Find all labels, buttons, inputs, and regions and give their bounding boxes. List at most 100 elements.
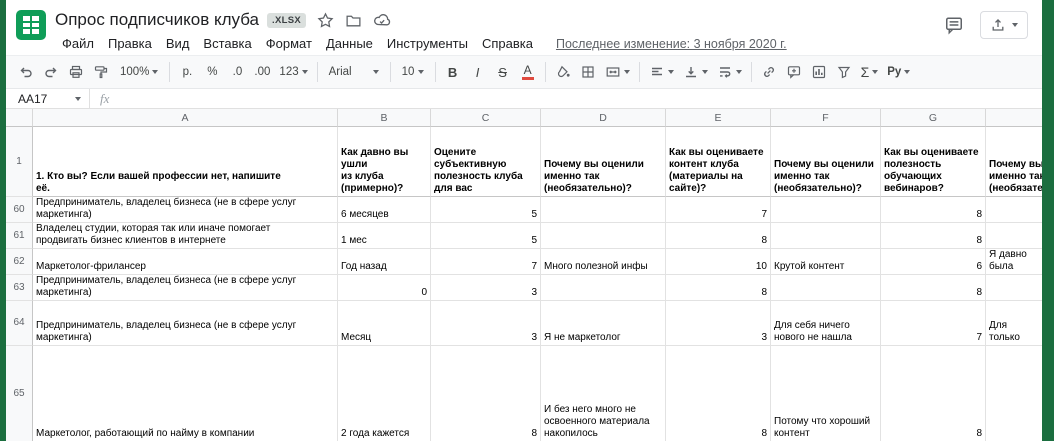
cell-A63[interactable]: Предприниматель, владелец бизнеса (не в …: [33, 275, 338, 301]
cell-D60[interactable]: [541, 197, 666, 223]
col-header-d[interactable]: D: [541, 109, 666, 127]
cell-A64[interactable]: Предприниматель, владелец бизнеса (не в …: [33, 301, 338, 346]
cell-A60[interactable]: Предприниматель, владелец бизнеса (не в …: [33, 197, 338, 223]
row-header-63[interactable]: 63: [6, 275, 33, 301]
cell-B63[interactable]: 0: [338, 275, 431, 301]
italic-button[interactable]: I: [466, 60, 490, 84]
cell-D63[interactable]: [541, 275, 666, 301]
merge-cells-button[interactable]: [601, 60, 634, 84]
cell-B1[interactable]: Как давно вы ушли из клуба (примерно)?: [338, 127, 431, 197]
zoom-select[interactable]: 100%: [114, 60, 164, 84]
insert-link-button[interactable]: [757, 60, 781, 84]
col-header-c[interactable]: C: [431, 109, 541, 127]
menu-data[interactable]: Данные: [319, 34, 380, 53]
menu-file[interactable]: Файл: [55, 34, 101, 53]
vertical-align-button[interactable]: [679, 60, 712, 84]
cell-A1[interactable]: 1. Кто вы? Если вашей профессии нет, нап…: [33, 127, 338, 197]
text-color-button[interactable]: A: [516, 60, 540, 84]
cell-F64[interactable]: Для себя ничего нового не нашла: [771, 301, 881, 346]
cell-F62[interactable]: Крутой контент: [771, 249, 881, 275]
cell-F1[interactable]: Почему вы оценили именно так (необязател…: [771, 127, 881, 197]
col-header-h[interactable]: [986, 109, 1042, 127]
cell-C60[interactable]: 5: [431, 197, 541, 223]
move-folder-icon[interactable]: [345, 12, 362, 29]
currency-format-button[interactable]: р.: [175, 60, 199, 84]
cell-C63[interactable]: 3: [431, 275, 541, 301]
cell-E61[interactable]: 8: [666, 223, 771, 249]
filter-button[interactable]: [832, 60, 856, 84]
cell-C62[interactable]: 7: [431, 249, 541, 275]
cell-F65[interactable]: Потому что хороший контент: [771, 346, 881, 441]
cell-H64[interactable]: Для только: [986, 301, 1042, 346]
col-header-f[interactable]: F: [771, 109, 881, 127]
horizontal-align-button[interactable]: [645, 60, 678, 84]
cell-E63[interactable]: 8: [666, 275, 771, 301]
menu-edit[interactable]: Правка: [101, 34, 159, 53]
cell-H62[interactable]: Я давно была: [986, 249, 1042, 275]
col-header-b[interactable]: B: [338, 109, 431, 127]
menu-view[interactable]: Вид: [159, 34, 197, 53]
decrease-decimal-button[interactable]: .0: [225, 60, 249, 84]
cell-G60[interactable]: 8: [881, 197, 986, 223]
cell-G1[interactable]: Как вы оцениваете полезность обучающих в…: [881, 127, 986, 197]
col-header-a[interactable]: A: [33, 109, 338, 127]
cell-D61[interactable]: [541, 223, 666, 249]
row-header-64[interactable]: 64: [6, 301, 33, 346]
col-header-e[interactable]: E: [666, 109, 771, 127]
cell-E62[interactable]: 10: [666, 249, 771, 275]
cell-F60[interactable]: [771, 197, 881, 223]
col-header-g[interactable]: G: [881, 109, 986, 127]
cell-E64[interactable]: 3: [666, 301, 771, 346]
cell-H63[interactable]: [986, 275, 1042, 301]
redo-button[interactable]: [39, 60, 63, 84]
fill-color-button[interactable]: [551, 60, 575, 84]
text-wrap-button[interactable]: [713, 60, 746, 84]
borders-button[interactable]: [576, 60, 600, 84]
cell-D62[interactable]: Много полезной инфы: [541, 249, 666, 275]
menu-insert[interactable]: Вставка: [196, 34, 258, 53]
cell-B65[interactable]: 2 года кажется: [338, 346, 431, 441]
strikethrough-button[interactable]: S: [491, 60, 515, 84]
menu-help[interactable]: Справка: [475, 34, 540, 53]
functions-button[interactable]: Σ: [857, 60, 883, 84]
increase-decimal-button[interactable]: .00: [250, 60, 274, 84]
cell-G64[interactable]: 7: [881, 301, 986, 346]
cell-D64[interactable]: Я не маркетолог: [541, 301, 666, 346]
extra-addon-button[interactable]: Pу: [883, 60, 914, 84]
row-header-61[interactable]: 61: [6, 223, 33, 249]
row-header-60[interactable]: 60: [6, 197, 33, 223]
select-all-corner[interactable]: [6, 109, 33, 127]
cell-C65[interactable]: 8: [431, 346, 541, 441]
cell-H60[interactable]: [986, 197, 1042, 223]
cell-D1[interactable]: Почему вы оценили именно так (необязател…: [541, 127, 666, 197]
cell-A62[interactable]: Маркетолог-фрилансер: [33, 249, 338, 275]
cell-E65[interactable]: 8: [666, 346, 771, 441]
cell-B62[interactable]: Год назад: [338, 249, 431, 275]
comment-history-icon[interactable]: [944, 15, 964, 35]
number-format-select[interactable]: 123: [275, 60, 311, 84]
cell-G61[interactable]: 8: [881, 223, 986, 249]
cell-F61[interactable]: [771, 223, 881, 249]
cell-E60[interactable]: 7: [666, 197, 771, 223]
star-icon[interactable]: [317, 12, 334, 29]
cell-C61[interactable]: 5: [431, 223, 541, 249]
row-header-62[interactable]: 62: [6, 249, 33, 275]
cell-D65[interactable]: И без него много не освоенного материала…: [541, 346, 666, 441]
name-box[interactable]: AA17: [6, 89, 90, 108]
cell-H1[interactable]: Почему вы оценили именно так (необязател…: [986, 127, 1042, 197]
cell-G62[interactable]: 6: [881, 249, 986, 275]
cell-E1[interactable]: Как вы оцениваете контент клуба (материа…: [666, 127, 771, 197]
print-button[interactable]: [64, 60, 88, 84]
row-header-1[interactable]: 1: [6, 127, 33, 197]
font-select[interactable]: Arial: [323, 60, 385, 84]
document-title[interactable]: Опрос подписчиков клуба: [55, 10, 259, 30]
cell-A61[interactable]: Владелец студии, которая так или иначе п…: [33, 223, 338, 249]
menu-format[interactable]: Формат: [259, 34, 319, 53]
cell-G65[interactable]: 8: [881, 346, 986, 441]
last-edited-link[interactable]: Последнее изменение: 3 ноября 2020 г.: [556, 37, 787, 51]
share-button[interactable]: [980, 11, 1028, 39]
cell-H61[interactable]: [986, 223, 1042, 249]
cell-B60[interactable]: 6 месяцев: [338, 197, 431, 223]
insert-comment-button[interactable]: [782, 60, 806, 84]
formula-input[interactable]: [119, 89, 1042, 108]
